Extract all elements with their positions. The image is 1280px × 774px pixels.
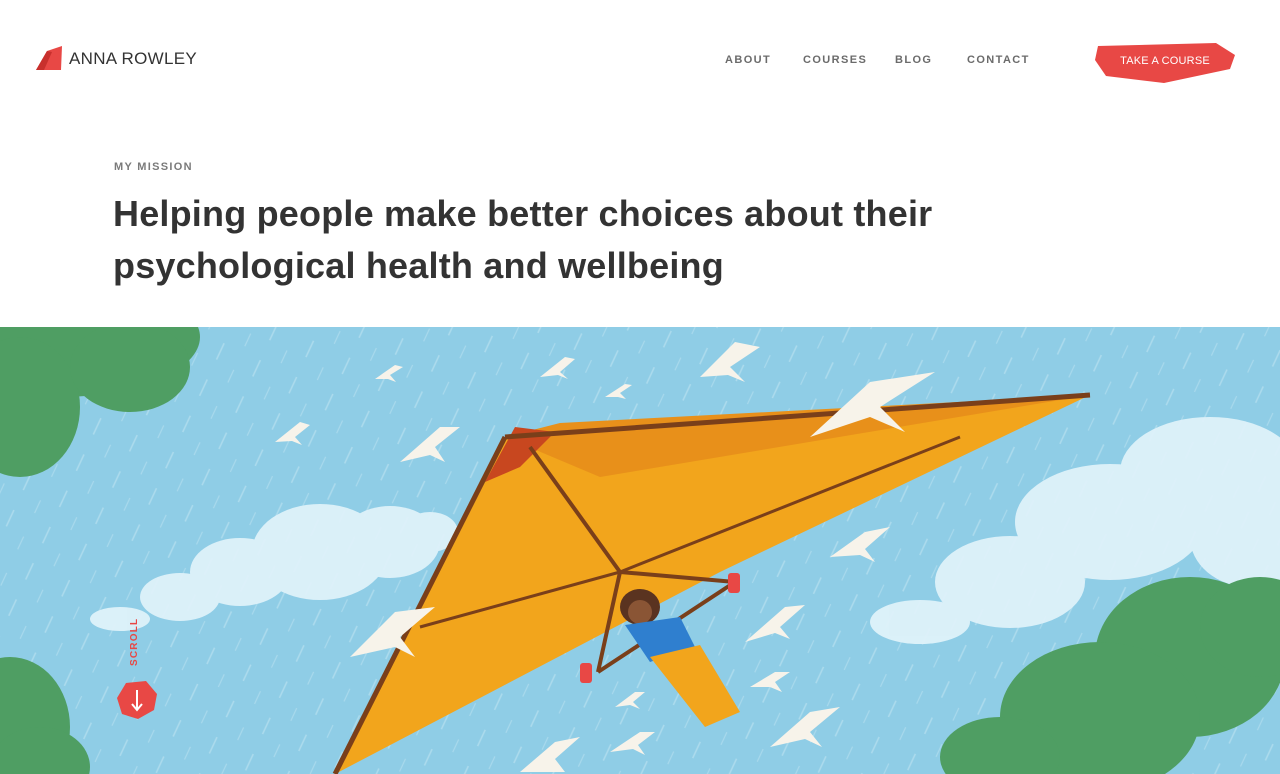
hang-glider-illustration — [0, 327, 1280, 774]
page-title: Helping people make better choices about… — [113, 193, 933, 286]
nav-courses[interactable]: COURSES — [803, 54, 867, 66]
nav-about[interactable]: ABOUT — [725, 54, 771, 66]
main-nav: ABOUT COURSES BLOG CONTACT — [0, 54, 1280, 70]
cta-label: TAKE A COURSE — [1120, 55, 1210, 67]
scroll-label: SCROLL — [129, 617, 140, 667]
hero-illustration — [0, 327, 1280, 774]
nav-blog[interactable]: BLOG — [895, 54, 932, 66]
section-eyebrow: MY MISSION — [114, 161, 193, 173]
take-a-course-button[interactable]: TAKE A COURSE — [1094, 42, 1236, 84]
site-header: ANNA ROWLEY ABOUT COURSES BLOG CONTACT T… — [0, 0, 1280, 120]
arrow-down-icon — [117, 681, 157, 719]
nav-contact[interactable]: CONTACT — [967, 54, 1030, 66]
scroll-indicator[interactable]: SCROLL — [116, 612, 158, 722]
